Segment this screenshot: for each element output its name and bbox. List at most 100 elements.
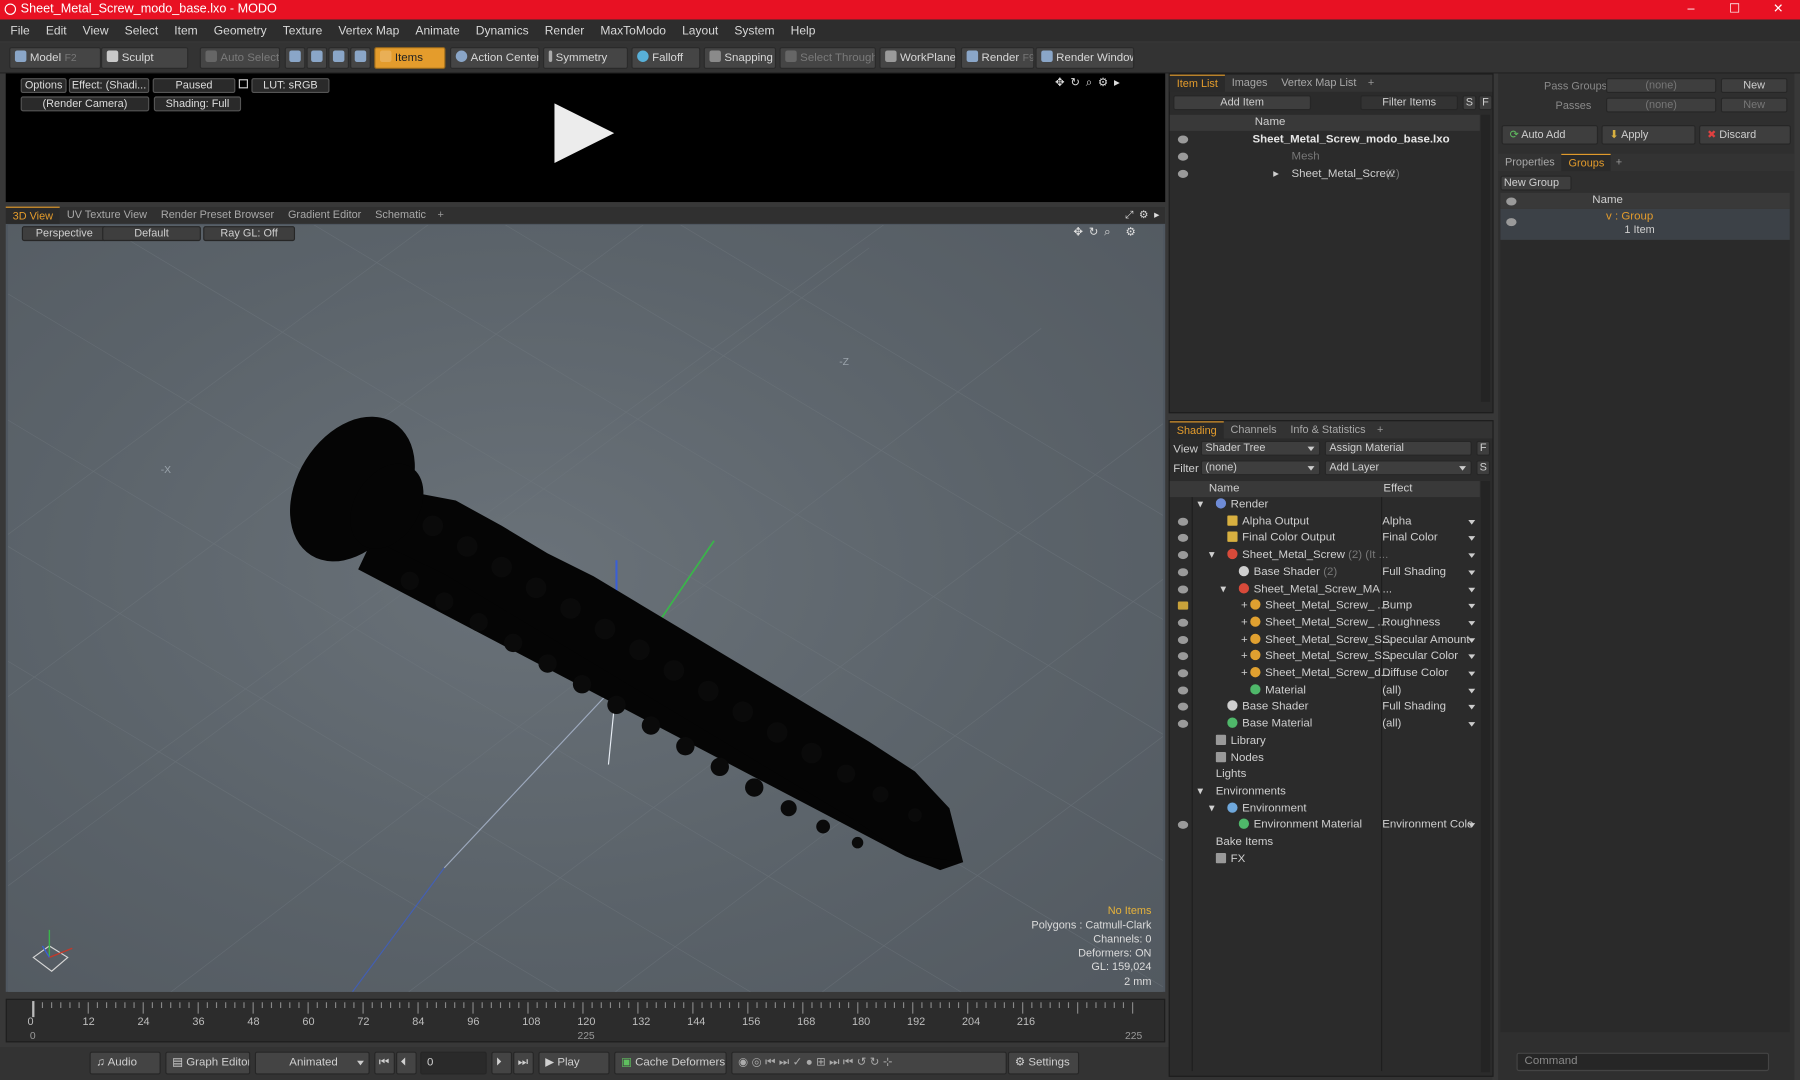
visibility-eye-icon[interactable] xyxy=(1177,135,1189,144)
add-tab-icon[interactable]: + xyxy=(433,209,449,222)
shading-dropdown[interactable]: Shading: Full xyxy=(153,96,242,112)
visibility-eye-icon[interactable] xyxy=(1177,669,1189,678)
visibility-eye-icon[interactable] xyxy=(1177,821,1189,830)
items-mode-button[interactable]: Items xyxy=(374,47,446,69)
groups-name-column-header[interactable]: Name xyxy=(1592,193,1623,209)
prev-frame-button[interactable]: ⏴ xyxy=(396,1051,417,1075)
shader-name-column-header[interactable]: Name xyxy=(1209,481,1240,497)
camera-dropdown[interactable]: (Render Camera) xyxy=(20,96,150,112)
minimize-button[interactable]: – xyxy=(1669,0,1713,20)
arrow-right-icon[interactable]: ▸ xyxy=(1114,77,1120,90)
menu-item[interactable]: Item xyxy=(166,24,206,38)
tab-vertex-map-list[interactable]: Vertex Map List xyxy=(1274,75,1363,92)
shader-row-base-shader[interactable]: Base Shader Full Shading xyxy=(1170,700,1480,717)
viewport-menu-icon[interactable]: ▸ xyxy=(1154,209,1159,222)
shader-row-environment[interactable]: ▾ Environment xyxy=(1170,801,1480,818)
chevron-down-icon[interactable] xyxy=(1468,570,1476,575)
expand-icon[interactable]: ▾ xyxy=(1209,801,1215,818)
preview-options-button[interactable]: Options xyxy=(20,78,67,93)
effect-alpha[interactable]: Alpha xyxy=(1382,514,1474,531)
chevron-down-icon[interactable] xyxy=(1468,604,1476,609)
shader-row-fx[interactable]: FX xyxy=(1170,851,1480,868)
add-icon[interactable]: + xyxy=(1241,615,1248,632)
item-list-scrollbar[interactable] xyxy=(1480,114,1491,402)
shader-row-bump[interactable]: + Sheet_Metal_Screw_ ... Bump xyxy=(1170,598,1480,615)
shader-row-specular-color[interactable]: + Sheet_Metal_Screw_S... Specular Color xyxy=(1170,649,1480,666)
visibility-eye-icon[interactable] xyxy=(1177,635,1189,644)
polygon-mode-button[interactable] xyxy=(328,47,349,69)
shader-row-base-material[interactable]: Base Material (all) xyxy=(1170,716,1480,733)
tab-3d-view[interactable]: 3D View xyxy=(5,206,60,224)
effect-bump[interactable]: Bump xyxy=(1382,598,1474,615)
chevron-down-icon[interactable] xyxy=(1468,688,1476,694)
shader-row-render[interactable]: ▾ Render xyxy=(1170,497,1480,514)
add-item-dropdown[interactable]: Add Item xyxy=(1173,95,1312,111)
shader-row-screw-ma[interactable]: ▾ Sheet_Metal_Screw_MA ... xyxy=(1170,581,1480,598)
menu-vertex-map[interactable]: Vertex Map xyxy=(330,24,407,38)
effect-specular-amount[interactable]: Specular Amount xyxy=(1382,632,1474,649)
chevron-down-icon[interactable] xyxy=(1468,722,1476,727)
effect-base-full-shading[interactable]: Full Shading xyxy=(1382,700,1474,717)
filter-s-button[interactable]: S xyxy=(1462,95,1477,111)
visibility-eye-icon[interactable] xyxy=(1177,652,1189,661)
viewport-canvas[interactable]: Perspective Default Ray GL: Off ✥ ↻ ⌕ ⚙ … xyxy=(8,225,1163,992)
visibility-eye-icon[interactable] xyxy=(1177,703,1189,712)
visibility-eye-icon[interactable] xyxy=(1177,517,1189,526)
workplane-button[interactable]: WorkPlane xyxy=(879,47,957,69)
vertex-mode-button[interactable] xyxy=(284,47,306,69)
tab-info-statistics[interactable]: Info & Statistics xyxy=(1283,421,1372,438)
menu-file[interactable]: File xyxy=(2,24,37,38)
auto-add-button[interactable]: ⟳ Auto Add xyxy=(1501,125,1599,145)
expand-icon[interactable]: ▾ xyxy=(1220,581,1226,598)
shader-tree-scrollbar[interactable] xyxy=(1480,481,1491,1073)
shading-s-button[interactable]: S xyxy=(1476,460,1491,476)
brush-visibility-icon[interactable] xyxy=(1177,601,1189,610)
visibility-eye-icon[interactable] xyxy=(1177,534,1189,543)
raygl-dropdown[interactable]: Ray GL: Off xyxy=(203,226,296,242)
pan-icon[interactable]: ✥ xyxy=(1073,226,1083,239)
group-expand-icon[interactable]: ▸ xyxy=(1273,166,1279,183)
chevron-down-icon[interactable] xyxy=(1468,587,1476,592)
new-pass-group-button[interactable]: New xyxy=(1720,78,1788,93)
effect-final-color[interactable]: Final Color xyxy=(1382,531,1474,548)
name-column-header[interactable]: Name xyxy=(1255,115,1286,131)
effect-all[interactable]: (all) xyxy=(1382,683,1474,700)
gear-icon[interactable]: ⚙ xyxy=(1098,77,1108,90)
add-icon[interactable]: + xyxy=(1241,666,1248,683)
shader-row-nodes[interactable]: Nodes xyxy=(1170,750,1480,767)
menu-maxtomodo[interactable]: MaxToModo xyxy=(592,24,674,38)
snapping-button[interactable]: Snapping xyxy=(703,47,777,69)
shader-row-lights[interactable]: Lights xyxy=(1170,767,1480,784)
go-start-button[interactable]: ⏮ xyxy=(374,1051,395,1075)
view-settings-gear-icon[interactable]: ⚙ xyxy=(1125,226,1135,239)
menu-layout[interactable]: Layout xyxy=(674,24,726,38)
expand-icon[interactable]: ▾ xyxy=(1209,548,1215,565)
effect-specular-color[interactable]: Specular Color xyxy=(1382,649,1474,666)
settings-button[interactable]: ⚙ Settings xyxy=(1007,1051,1080,1075)
select-through-button[interactable]: Select Through xyxy=(779,47,876,69)
visibility-eye-icon[interactable] xyxy=(1177,152,1189,161)
rotate-icon[interactable]: ↻ xyxy=(1070,77,1080,90)
add-layer-dropdown[interactable]: Add Layer xyxy=(1324,460,1472,476)
add-panel-tab-icon[interactable]: + xyxy=(1363,77,1379,90)
shader-row-bake-items[interactable]: Bake Items xyxy=(1170,835,1480,852)
render-preview[interactable]: Options Effect: (Shadi... Paused LUT: sR… xyxy=(5,73,1166,203)
tab-item-list[interactable]: Item List xyxy=(1169,74,1225,92)
key-tools[interactable]: ◉◎⏮⏭✓●⊞⏭⏮↺↻⊹ xyxy=(731,1051,1007,1075)
tab-properties[interactable]: Properties xyxy=(1498,154,1561,171)
menu-texture[interactable]: Texture xyxy=(275,24,331,38)
visibility-eye-icon[interactable] xyxy=(1506,218,1517,227)
zoom-view-icon[interactable]: ⌕ xyxy=(1104,226,1110,239)
animated-dropdown[interactable]: Animated xyxy=(254,1051,370,1075)
close-button[interactable]: ✕ xyxy=(1756,0,1800,20)
tab-render-preset-browser[interactable]: Render Preset Browser xyxy=(154,207,281,224)
visibility-eye-icon[interactable] xyxy=(1177,568,1189,577)
action-center-button[interactable]: Action Center xyxy=(450,47,540,69)
assign-material-button[interactable]: Assign Material xyxy=(1324,440,1472,456)
effect-base-all[interactable]: (all) xyxy=(1382,716,1474,733)
perspective-dropdown[interactable]: Perspective xyxy=(21,226,107,242)
menu-system[interactable]: System xyxy=(726,24,782,38)
preview-pause-button[interactable]: Paused xyxy=(152,78,236,93)
menu-edit[interactable]: Edit xyxy=(38,24,75,38)
visibility-eye-icon[interactable] xyxy=(1177,551,1189,560)
